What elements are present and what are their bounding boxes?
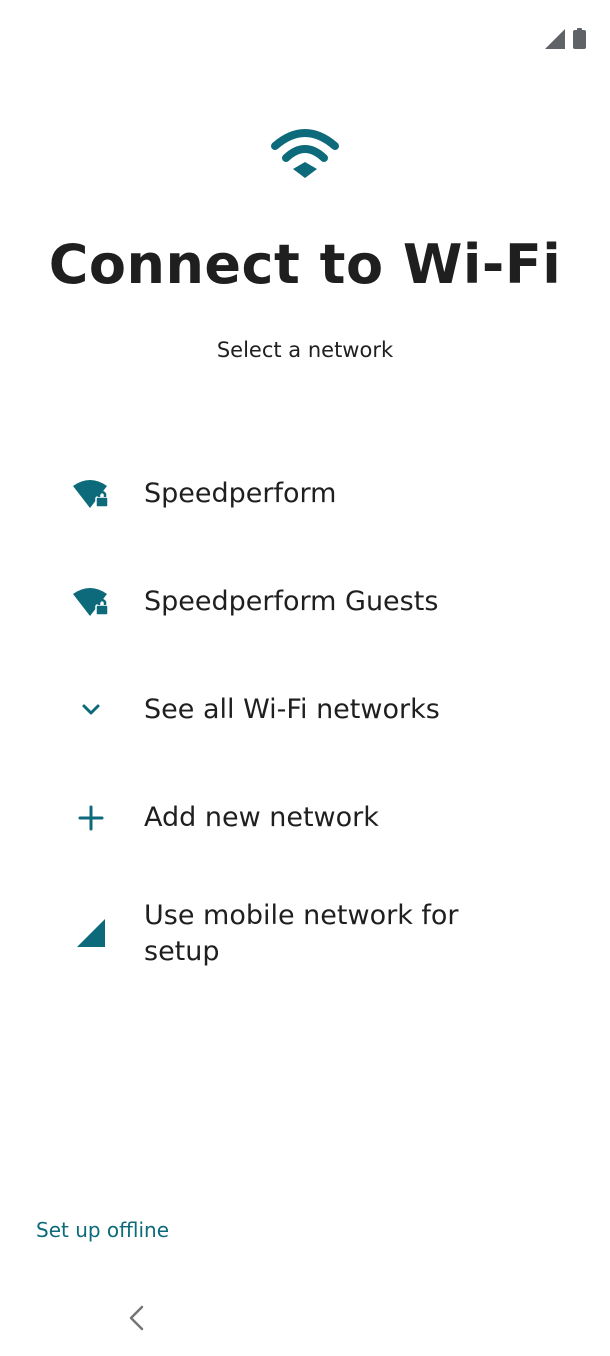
back-button[interactable] [116, 1300, 156, 1340]
battery-icon [573, 28, 586, 53]
cellular-signal-icon [545, 29, 565, 53]
add-network-label: Add new network [144, 802, 379, 833]
use-mobile-network-label: Use mobile network for setup [144, 900, 459, 967]
plus-icon [70, 804, 112, 832]
wifi-icon [271, 126, 339, 180]
cellular-signal-icon [70, 918, 112, 948]
use-mobile-network-button[interactable]: Use mobile network for setup [0, 896, 610, 972]
page-title: Connect to Wi-Fi [48, 233, 562, 296]
status-bar [0, 0, 610, 60]
network-item-speedperform[interactable]: Speedperform [0, 474, 610, 514]
see-all-networks-button[interactable]: See all Wi-Fi networks [0, 690, 610, 730]
wifi-lock-icon [70, 478, 112, 510]
add-network-button[interactable]: Add new network [0, 798, 610, 838]
network-label: Speedperform [144, 478, 337, 509]
network-item-speedperform-guests[interactable]: Speedperform Guests [0, 582, 610, 622]
set-up-offline-link[interactable]: Set up offline [36, 1216, 169, 1244]
page-subtitle: Select a network [216, 338, 394, 362]
wifi-lock-icon [70, 586, 112, 618]
chevron-down-icon [70, 698, 112, 722]
chevron-left-icon [124, 1304, 148, 1336]
status-icons [545, 28, 586, 53]
see-all-networks-label: See all Wi-Fi networks [144, 694, 440, 725]
network-label: Speedperform Guests [144, 586, 439, 617]
